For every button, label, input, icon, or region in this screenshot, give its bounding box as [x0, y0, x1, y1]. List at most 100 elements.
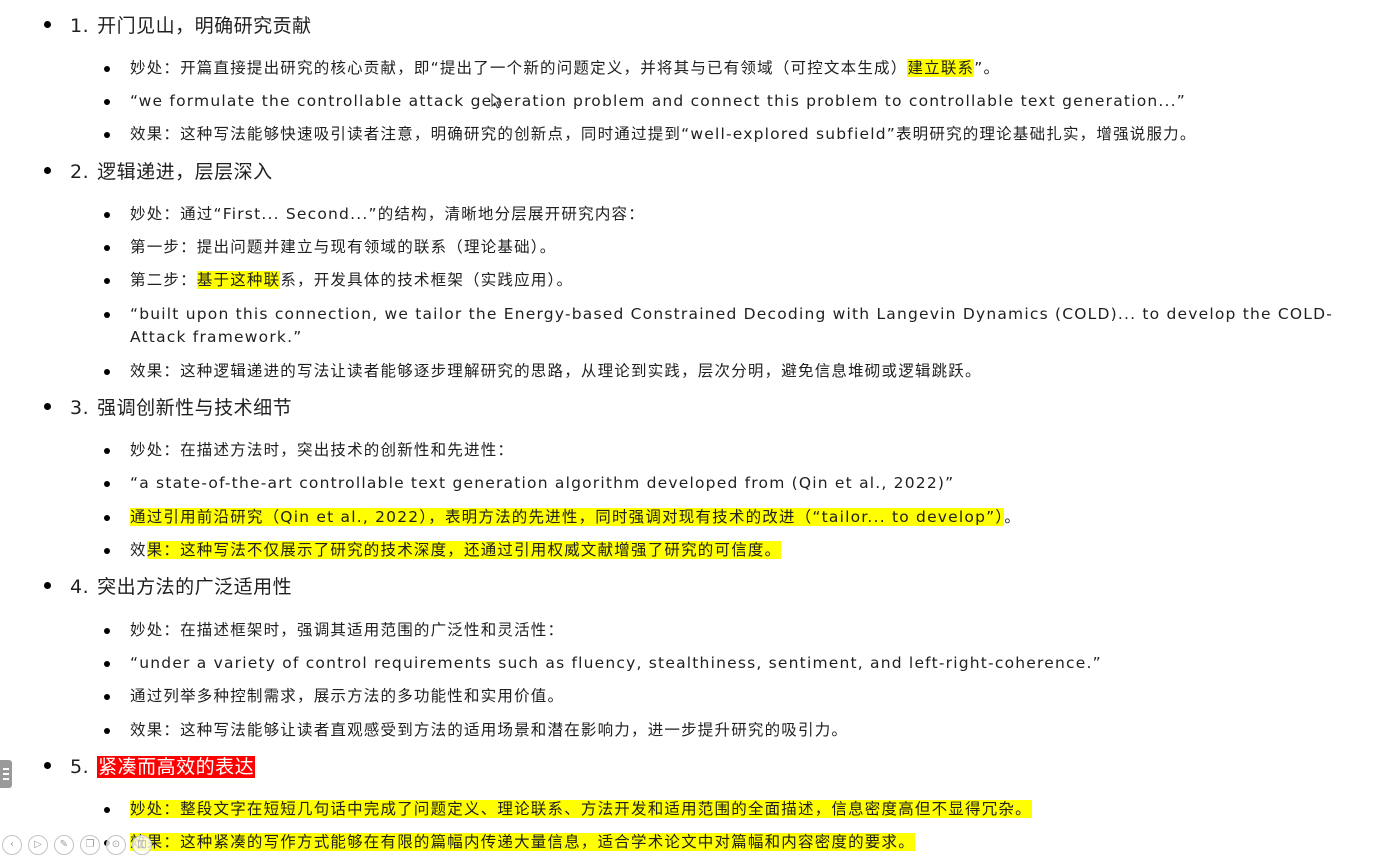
section-title: 逻辑递进，层层深入 — [97, 161, 273, 183]
list-item-text: 效果：这种写法能够让读者直观感受到方法的适用场景和潜在影响力，进一步提升研究的吸… — [130, 719, 848, 742]
section-title: 强调创新性与技术细节 — [97, 397, 293, 419]
bullet-icon — [104, 807, 110, 813]
bullet-icon — [104, 481, 110, 487]
section-title: 紧凑而高效的表达 — [97, 756, 256, 778]
section-number: 1. — [70, 15, 90, 37]
list-item-text: “built upon this connection, we tailor t… — [130, 303, 1356, 349]
bullet-icon — [44, 21, 51, 28]
text-cursor-icon — [491, 93, 503, 109]
bullet-icon — [104, 515, 110, 521]
list-item-text: 通过列举多种控制需求，展示方法的多功能性和实用价值。 — [130, 685, 564, 708]
bullet-icon — [104, 728, 110, 734]
list-item: 妙处：开篇直接提出研究的核心贡献，即“提出了一个新的问题定义，并将其与已有领域（… — [104, 57, 1000, 80]
list-item: 效果：这种逻辑递进的写法让读者能够逐步理解研究的思路，从理论到实践，层次分明，避… — [104, 360, 982, 383]
list-item: 妙处：在描述框架时，强调其适用范围的广泛性和灵活性： — [104, 619, 564, 642]
bullet-icon — [44, 167, 51, 174]
list-item-text: 妙处：通过“First... Second...”的结构，清晰地分层展开研究内容… — [130, 203, 645, 226]
text-run: “built upon this connection, we tailor t… — [130, 305, 1334, 346]
document-body: 1. 开门见山，明确研究贡献妙处：开篇直接提出研究的核心贡献，即“提出了一个新的问… — [0, 0, 1398, 858]
list-item-text: “we formulate the controllable attack ge… — [130, 90, 1186, 113]
text-run: 效 — [130, 541, 147, 559]
pen-icon[interactable]: ✎ — [54, 835, 74, 855]
bullet-icon — [44, 582, 51, 589]
list-item-text: 效果：这种逻辑递进的写法让读者能够逐步理解研究的思路，从理论到实践，层次分明，避… — [130, 360, 982, 383]
text-run: 效果：这种逻辑递进的写法让读者能够逐步理解研究的思路，从理论到实践，层次分明，避… — [130, 362, 982, 380]
zoom-icon[interactable]: ⊙ — [106, 835, 126, 855]
section-title: 突出方法的广泛适用性 — [97, 576, 293, 598]
bullet-icon — [104, 548, 110, 554]
list-item-text: 通过引用前沿研究（Qin et al., 2022），表明方法的先进性，同时强调… — [130, 506, 1021, 529]
list-item: “built upon this connection, we tailor t… — [104, 303, 1356, 349]
text-run: 。 — [1004, 508, 1022, 526]
section-heading: 5. 紧凑而高效的表达 — [44, 753, 256, 781]
text-run: 妙处：通过“First... Second...”的结构，清晰地分层展开研究内容… — [130, 205, 645, 223]
list-item: 通过列举多种控制需求，展示方法的多功能性和实用价值。 — [104, 685, 564, 708]
section-title: 开门见山，明确研究贡献 — [97, 15, 312, 37]
list-item-text: “a state-of-the-art controllable text ge… — [130, 472, 954, 495]
list-item-text: 第二步：基于这种联系，开发具体的技术框架（实践应用）。 — [130, 269, 573, 292]
list-item: “we formulate the controllable attack ge… — [104, 90, 1186, 113]
play-icon[interactable]: ▷ — [28, 835, 48, 855]
bullet-icon — [104, 66, 110, 72]
list-item: 效果：这种写法能够快速吸引读者注意，明确研究的创新点，同时通过提到“well-e… — [104, 123, 1197, 146]
highlighted-text: 基于这种联 — [196, 271, 281, 289]
text-run: 第一步：提出问题并建立与现有领域的联系（理论基础）。 — [130, 238, 557, 256]
text-run: 效果：这种写法能够快速吸引读者注意，明确研究的创新点，同时通过提到“well-e… — [130, 125, 1197, 143]
list-item-text: 第一步：提出问题并建立与现有领域的联系（理论基础）。 — [130, 236, 556, 259]
list-item: 妙处：整段文字在短短几句话中完成了问题定义、理论联系、方法开发和适用范围的全面描… — [104, 798, 1032, 821]
bullet-icon — [104, 312, 110, 318]
list-item-text: 妙处：整段文字在短短几句话中完成了问题定义、理论联系、方法开发和适用范围的全面描… — [130, 798, 1032, 821]
previous-icon[interactable]: ‹ — [2, 835, 22, 855]
bullet-icon — [104, 99, 110, 105]
text-run: 系，开发具体的技术框架（实践应用）。 — [280, 271, 574, 289]
presentation-toolbar: ‹ ▷ ✎ ❐ ⊙ ◫ — [2, 834, 152, 856]
bullet-icon — [104, 694, 110, 700]
highlighted-text: 效果：这种紧凑的写作方式能够在有限的篇幅内传递大量信息，适合学术论文中对篇幅和内… — [130, 833, 915, 851]
section-heading: 2. 逻辑递进，层层深入 — [44, 158, 273, 186]
bullet-icon — [44, 762, 51, 769]
highlighted-text: 通过引用前沿研究（Qin et al., 2022），表明方法的先进性，同时强调… — [130, 508, 1005, 526]
bullet-icon — [104, 245, 110, 251]
section-number: 5. — [70, 756, 90, 778]
list-item: 通过引用前沿研究（Qin et al., 2022），表明方法的先进性，同时强调… — [104, 506, 1021, 529]
text-run: 妙处：在描述方法时，突出技术的创新性和先进性： — [130, 441, 515, 459]
list-item: 效果：这种写法不仅展示了研究的技术深度，还通过引用权威文献增强了研究的可信度。 — [104, 539, 782, 562]
section-heading: 4. 突出方法的广泛适用性 — [44, 573, 292, 601]
section-number: 3. — [70, 397, 90, 419]
text-run: “we formulate the controllable attack ge… — [130, 92, 1187, 110]
bullet-icon — [104, 628, 110, 634]
copy-icon[interactable]: ❐ — [80, 835, 100, 855]
list-item-text: 妙处：开篇直接提出研究的核心贡献，即“提出了一个新的问题定义，并将其与已有领域（… — [130, 57, 1000, 80]
text-run: “a state-of-the-art controllable text ge… — [130, 474, 955, 492]
text-run: 妙处：在描述框架时，强调其适用范围的广泛性和灵活性： — [130, 621, 565, 639]
list-item-text: 效果：这种紧凑的写作方式能够在有限的篇幅内传递大量信息，适合学术论文中对篇幅和内… — [130, 831, 915, 854]
bullet-icon — [104, 212, 110, 218]
side-panel-toggle[interactable] — [0, 760, 12, 788]
list-item-text: 妙处：在描述方法时，突出技术的创新性和先进性： — [130, 439, 514, 462]
bullet-icon — [44, 403, 51, 410]
list-item: 效果：这种写法能够让读者直观感受到方法的适用场景和潜在影响力，进一步提升研究的吸… — [104, 719, 848, 742]
highlighted-text: 果：这种写法不仅展示了研究的技术深度，还通过引用权威文献增强了研究的可信度。 — [146, 541, 782, 559]
text-run: 效果：这种写法能够让读者直观感受到方法的适用场景和潜在影响力，进一步提升研究的吸… — [130, 721, 849, 739]
list-item-text: 效果：这种写法能够快速吸引读者注意，明确研究的创新点，同时通过提到“well-e… — [130, 123, 1197, 146]
list-item: 妙处：在描述方法时，突出技术的创新性和先进性： — [104, 439, 514, 462]
highlighted-text: 建立联系 — [907, 59, 975, 77]
bullet-icon — [104, 132, 110, 138]
text-run: “under a variety of control requirements… — [130, 654, 1102, 672]
bullet-icon — [104, 661, 110, 667]
section-number: 2. — [70, 161, 90, 183]
bullet-icon — [104, 369, 110, 375]
highlighted-text: 妙处：整段文字在短短几句话中完成了问题定义、理论联系、方法开发和适用范围的全面描… — [130, 800, 1032, 818]
list-item: 第二步：基于这种联系，开发具体的技术框架（实践应用）。 — [104, 269, 573, 292]
text-run: ”。 — [974, 59, 1001, 77]
section-heading: 3. 强调创新性与技术细节 — [44, 394, 292, 422]
list-item: 第一步：提出问题并建立与现有领域的联系（理论基础）。 — [104, 236, 556, 259]
list-item: 效果：这种紧凑的写作方式能够在有限的篇幅内传递大量信息，适合学术论文中对篇幅和内… — [104, 831, 915, 854]
bullet-icon — [104, 448, 110, 454]
text-run: 第二步： — [130, 271, 197, 289]
camera-icon[interactable]: ◫ — [132, 835, 152, 855]
bullet-icon — [104, 278, 110, 284]
list-item-text: 效果：这种写法不仅展示了研究的技术深度，还通过引用权威文献增强了研究的可信度。 — [130, 539, 782, 562]
list-item-text: “under a variety of control requirements… — [130, 652, 1102, 675]
list-item: “under a variety of control requirements… — [104, 652, 1102, 675]
